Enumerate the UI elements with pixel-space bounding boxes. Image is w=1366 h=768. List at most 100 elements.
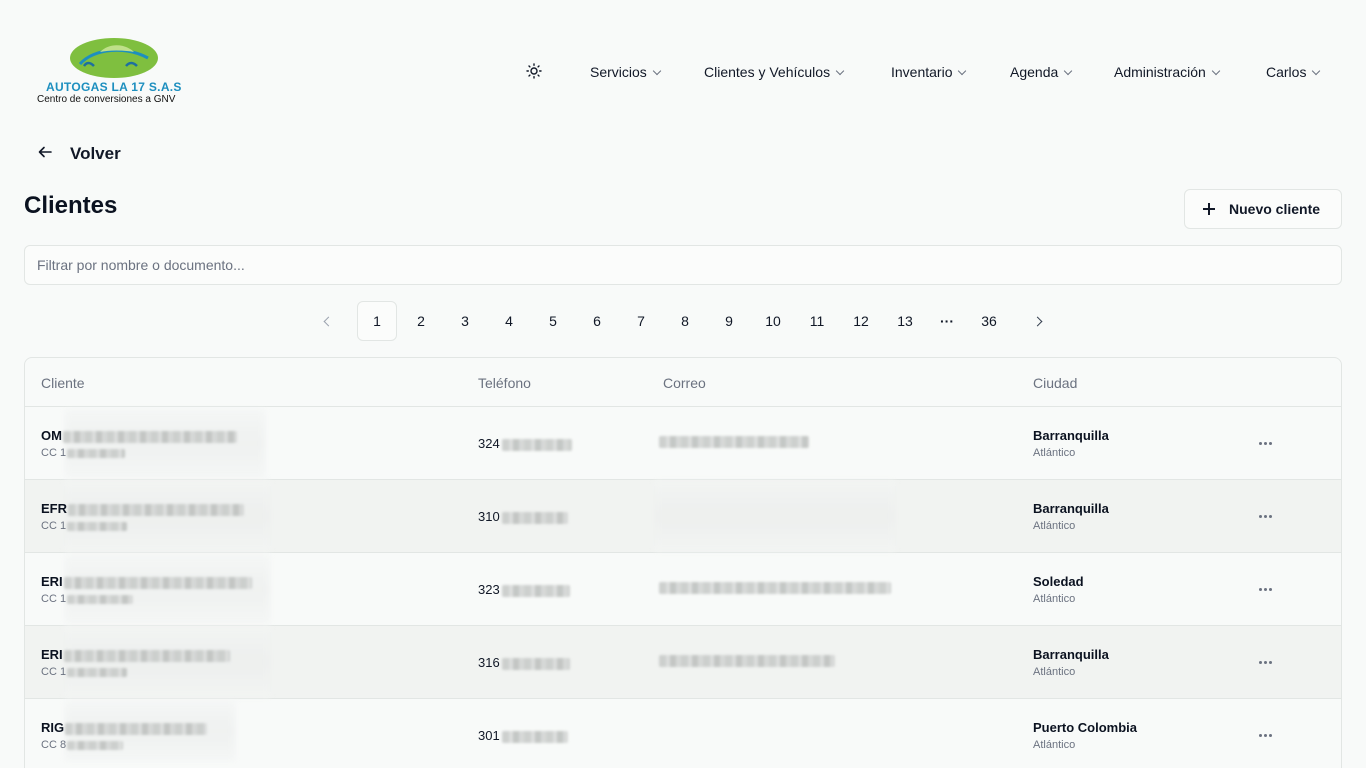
client-city: Barranquilla: [1033, 647, 1109, 662]
redacted-text: [501, 584, 570, 597]
page-button-current[interactable]: 1: [357, 301, 397, 341]
redaction-overlay: [65, 626, 270, 698]
client-document: CC 1: [41, 666, 128, 678]
chevron-right-icon: [1032, 316, 1042, 326]
more-options-icon[interactable]: [1253, 653, 1277, 671]
page-button-last[interactable]: 36: [969, 301, 1009, 341]
pagination-ellipsis: ···: [940, 313, 954, 329]
client-city: Barranquilla: [1033, 428, 1109, 443]
chevron-down-icon: [1211, 66, 1221, 75]
nav-label: Carlos: [1266, 64, 1307, 80]
column-header-city: Ciudad: [1033, 375, 1078, 391]
table-row[interactable]: ERI CC 1 323 Soledad Atlántico: [25, 553, 1341, 626]
client-phone: 323: [478, 582, 570, 597]
redaction-overlay: [65, 555, 270, 624]
client-name: ERI: [41, 647, 230, 662]
client-document: CC 1: [41, 447, 126, 459]
page-button[interactable]: 5: [533, 301, 573, 341]
table-row[interactable]: OM CC 1 324 Barranquilla Atlántico: [25, 407, 1341, 480]
redacted-email: [659, 655, 835, 667]
page-button[interactable]: 8: [665, 301, 705, 341]
table-row[interactable]: ERI CC 1 316 Barranquilla Atlántico: [25, 626, 1341, 699]
page-button[interactable]: 12: [841, 301, 881, 341]
redacted-text: [62, 430, 237, 443]
more-options-icon[interactable]: [1253, 726, 1277, 744]
new-client-label: Nuevo cliente: [1229, 201, 1321, 217]
page-button[interactable]: 13: [885, 301, 925, 341]
redacted-text: [67, 740, 124, 750]
client-document: CC 8: [41, 739, 124, 751]
client-city: Barranquilla: [1033, 501, 1109, 516]
table-row[interactable]: EFR CC 1 310 Barranquilla Atlántico: [25, 480, 1341, 553]
client-phone: 324: [478, 436, 572, 451]
page-button[interactable]: 9: [709, 301, 749, 341]
previous-page-button[interactable]: [308, 301, 348, 341]
client-phone: 316: [478, 655, 570, 670]
page-title: Clientes: [24, 192, 118, 219]
client-name: RIG: [41, 720, 208, 735]
logo-company-name: AUTOGAS LA 17 S.A.S: [46, 80, 182, 94]
redacted-email: [659, 582, 891, 594]
client-phone: 310: [478, 509, 568, 524]
nav-user-menu[interactable]: Carlos: [1266, 62, 1321, 82]
column-header-email: Correo: [663, 375, 706, 391]
client-name: ERI: [41, 574, 252, 589]
sun-icon[interactable]: [524, 61, 544, 81]
nav-label: Servicios: [590, 64, 647, 80]
page-button[interactable]: 6: [577, 301, 617, 341]
nav-agenda[interactable]: Agenda: [1010, 62, 1073, 82]
redacted-text: [67, 448, 126, 458]
redacted-text: [501, 657, 570, 670]
client-document: CC 1: [41, 520, 128, 532]
redacted-text: [67, 594, 134, 604]
chevron-down-icon: [1064, 66, 1073, 75]
column-header-client: Cliente: [41, 375, 85, 391]
arrow-left-icon: [38, 145, 52, 163]
clients-table: Cliente Teléfono Correo Ciudad OM CC 1 3…: [24, 357, 1342, 768]
nav-inventario[interactable]: Inventario: [891, 62, 967, 82]
page-button[interactable]: 4: [489, 301, 529, 341]
redacted-text: [501, 438, 572, 451]
page-button[interactable]: 10: [753, 301, 793, 341]
top-navbar: AUTOGAS LA 17 S.A.S Centro de conversion…: [0, 0, 1366, 120]
nav-servicios[interactable]: Servicios: [590, 62, 662, 82]
plus-icon: [1203, 203, 1215, 215]
redacted-email: [659, 436, 809, 448]
nav-administracion[interactable]: Administración: [1114, 62, 1221, 82]
next-page-button[interactable]: [1017, 301, 1057, 341]
redaction-overlay: [65, 480, 270, 552]
more-options-icon[interactable]: [1253, 507, 1277, 525]
company-logo[interactable]: AUTOGAS LA 17 S.A.S Centro de conversion…: [36, 36, 196, 108]
filter-input[interactable]: [24, 245, 1342, 285]
nav-label: Administración: [1114, 64, 1206, 80]
nav-label: Agenda: [1010, 64, 1059, 80]
more-options-icon[interactable]: [1253, 580, 1277, 598]
table-row[interactable]: RIG CC 8 301 Puerto Colombia Atlántico: [25, 699, 1341, 768]
redacted-text: [67, 667, 128, 677]
page-button[interactable]: 7: [621, 301, 661, 341]
redacted-text: [63, 649, 230, 662]
table-header: Cliente Teléfono Correo Ciudad: [25, 358, 1341, 407]
page-button[interactable]: 3: [445, 301, 485, 341]
client-city: Soledad: [1033, 574, 1084, 589]
chevron-down-icon: [652, 66, 662, 75]
new-client-button[interactable]: Nuevo cliente: [1184, 189, 1342, 229]
more-options-icon[interactable]: [1253, 434, 1277, 452]
page-button[interactable]: 2: [401, 301, 441, 341]
redacted-text: [67, 521, 128, 531]
chevron-left-icon: [323, 316, 333, 326]
back-button[interactable]: Volver: [38, 142, 121, 166]
nav-clientes-vehiculos[interactable]: Clientes y Vehículos: [704, 62, 845, 82]
logo-tagline: Centro de conversiones a GNV: [37, 94, 176, 105]
client-document: CC 1: [41, 593, 134, 605]
client-department: Atlántico: [1033, 447, 1076, 459]
back-label: Volver: [70, 144, 121, 163]
page-button[interactable]: 11: [797, 301, 837, 341]
nav-label: Inventario: [891, 64, 953, 80]
client-department: Atlántico: [1033, 739, 1076, 751]
redacted-text: [65, 722, 208, 735]
redaction-overlay: [655, 480, 895, 552]
column-header-phone: Teléfono: [478, 375, 531, 391]
chevron-down-icon: [1312, 66, 1321, 75]
client-name: EFR: [41, 501, 244, 516]
